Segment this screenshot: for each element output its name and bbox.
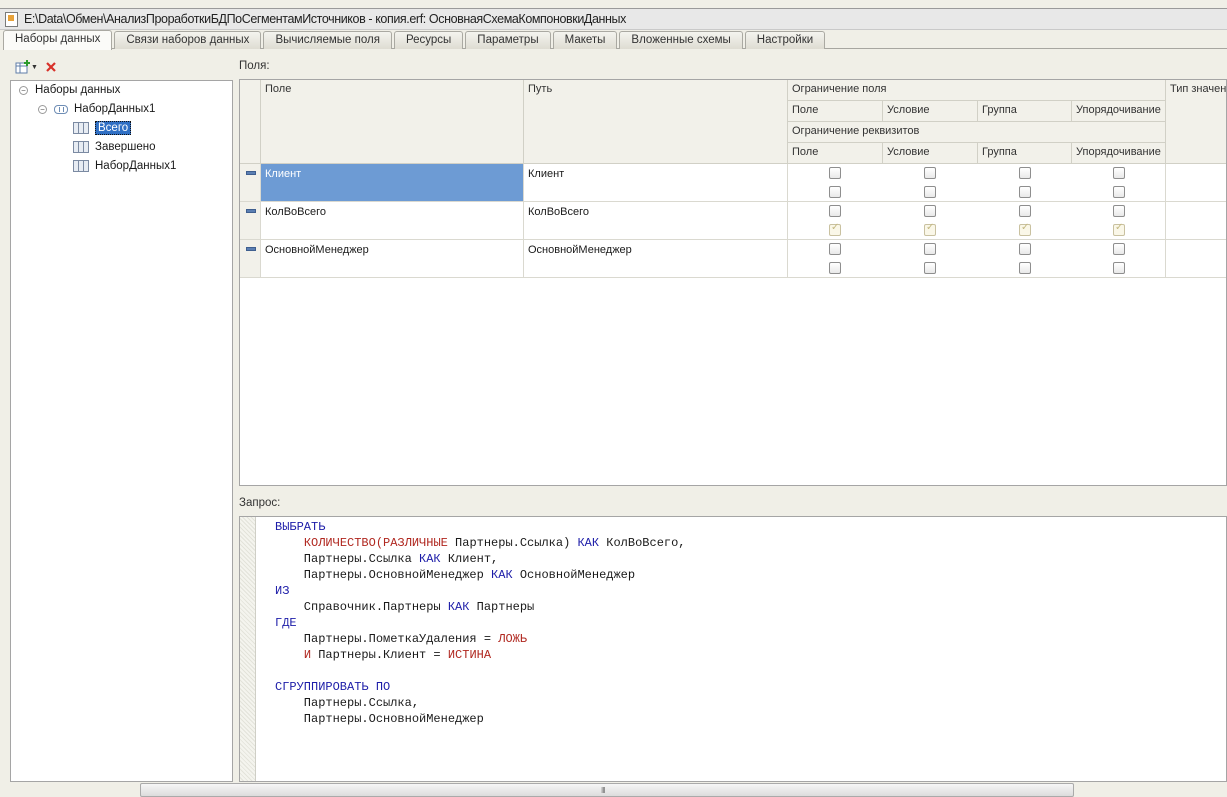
query-table-icon <box>73 141 89 153</box>
attr-restriction-checkbox[interactable] <box>1113 222 1125 236</box>
attr-restriction-checkbox[interactable] <box>1019 222 1031 236</box>
tree-item-completed[interactable]: Завершено <box>73 138 155 156</box>
cell-path[interactable]: ОсновнойМенеджер <box>524 240 788 278</box>
attr-restriction-checkbox[interactable] <box>924 222 936 236</box>
field-restriction-checkbox[interactable] <box>1113 167 1125 179</box>
cell-restrictions <box>788 202 1166 240</box>
attr-restriction-checkbox[interactable] <box>829 186 841 198</box>
attr-restriction-checkbox[interactable] <box>1019 262 1031 274</box>
tree-item-label: НаборДанных1 <box>95 160 177 172</box>
header-path[interactable]: Путь <box>524 80 788 164</box>
tab-datasets[interactable]: Наборы данных <box>3 30 113 50</box>
header-restriction-order[interactable]: Упорядочивание <box>1072 101 1166 122</box>
window-titlebar: E:\Data\Обмен\АнализПроработкиБДПоСегмен… <box>0 8 1227 30</box>
attr-restriction-checkbox[interactable] <box>1019 186 1031 198</box>
row-marker-header <box>240 80 261 164</box>
cell-field[interactable]: ОсновнойМенеджер <box>261 240 524 278</box>
field-restriction-checkbox[interactable] <box>924 205 936 217</box>
attr-restriction-checkbox[interactable] <box>1113 262 1125 274</box>
field-restriction-checkbox[interactable] <box>1019 167 1031 179</box>
tab-dataset-links[interactable]: Связи наборов данных <box>114 31 262 49</box>
collapse-icon[interactable]: − <box>38 104 47 114</box>
attr-restriction-checkbox[interactable] <box>924 186 936 198</box>
tab-settings[interactable]: Настройки <box>744 31 826 49</box>
field-row-icon <box>246 171 256 175</box>
document-icon <box>5 11 18 27</box>
header-field[interactable]: Поле <box>261 80 524 164</box>
tree-item-total[interactable]: Всего <box>73 119 132 137</box>
header-attr-restriction: Ограничение реквизитов <box>788 122 1166 143</box>
field-restriction-checkbox[interactable] <box>924 243 936 255</box>
cell-path[interactable]: Клиент <box>524 164 788 202</box>
field-restriction-checkbox[interactable] <box>1113 205 1125 217</box>
field-restriction-checkbox[interactable] <box>829 167 841 179</box>
datasets-toolbar: ▼ <box>14 58 60 76</box>
header-restriction-condition[interactable]: Условие <box>883 101 978 122</box>
query-label: Запрос: <box>239 497 281 509</box>
header-value-type[interactable]: Тип значения <box>1166 80 1226 164</box>
field-restriction-checkbox[interactable] <box>924 167 936 179</box>
cell-restrictions <box>788 240 1166 278</box>
field-row-icon <box>246 247 256 251</box>
attr-restriction-checkbox[interactable] <box>829 222 841 236</box>
tree-dataset[interactable]: − НаборДанных1 <box>38 100 155 118</box>
delete-icon <box>46 62 56 72</box>
datasets-tree: − Наборы данных − НаборДанных1 Всего Зав… <box>10 80 233 782</box>
cell-restrictions <box>788 164 1166 202</box>
field-restriction-checkbox[interactable] <box>1113 243 1125 255</box>
chevron-down-icon[interactable]: ▼ <box>31 64 38 71</box>
tree-root[interactable]: − Наборы данных <box>19 81 120 99</box>
header-attr-condition[interactable]: Условие <box>883 143 978 164</box>
horizontal-scrollbar[interactable]: III <box>140 783 1074 797</box>
tab-calculated-fields[interactable]: Вычисляемые поля <box>263 31 392 49</box>
fields-grid: Поле Путь Ограничение поля Поле Условие … <box>239 79 1227 486</box>
header-field-restriction: Ограничение поля <box>788 80 1166 101</box>
tab-parameters[interactable]: Параметры <box>465 31 551 49</box>
cell-value-type[interactable] <box>1166 164 1226 202</box>
cell-field[interactable]: КолВоВсего <box>261 202 524 240</box>
attr-restriction-checkbox[interactable] <box>1113 186 1125 198</box>
header-attr-field[interactable]: Поле <box>788 143 883 164</box>
query-table-icon <box>73 160 89 172</box>
tree-item-label: Всего <box>95 121 132 135</box>
query-text[interactable]: ВЫБРАТЬ КОЛИЧЕСТВО(РАЗЛИЧНЫЕ Партнеры.Сс… <box>275 519 686 727</box>
cell-path[interactable]: КолВоВсего <box>524 202 788 240</box>
tree-root-label: Наборы данных <box>35 84 121 96</box>
row-marker[interactable] <box>240 240 261 278</box>
attr-restriction-checkbox[interactable] <box>924 262 936 274</box>
tab-nested-schemas[interactable]: Вложенные схемы <box>619 31 743 49</box>
row-marker[interactable] <box>240 202 261 240</box>
cell-field[interactable]: Клиент <box>261 164 524 202</box>
editor-gutter <box>240 517 256 781</box>
field-restriction-checkbox[interactable] <box>1019 243 1031 255</box>
field-row-icon <box>246 209 256 213</box>
cell-value-type[interactable] <box>1166 240 1226 278</box>
tab-templates[interactable]: Макеты <box>552 31 618 49</box>
query-editor[interactable]: ВЫБРАТЬ КОЛИЧЕСТВО(РАЗЛИЧНЫЕ Партнеры.Сс… <box>239 516 1227 782</box>
header-attr-order[interactable]: Упорядочивание <box>1072 143 1166 164</box>
scrollbar-grip-icon[interactable]: III <box>601 786 606 795</box>
field-restriction-checkbox[interactable] <box>1019 205 1031 217</box>
attr-restriction-checkbox[interactable] <box>829 262 841 274</box>
field-restriction-checkbox[interactable] <box>829 205 841 217</box>
query-table-icon <box>73 122 89 134</box>
collapse-icon[interactable]: − <box>19 85 28 95</box>
delete-button[interactable] <box>42 59 60 76</box>
fields-label: Поля: <box>239 60 270 72</box>
header-restriction-group[interactable]: Группа <box>978 101 1072 122</box>
row-marker[interactable] <box>240 164 261 202</box>
cell-value-type[interactable] <box>1166 202 1226 240</box>
header-restriction-field[interactable]: Поле <box>788 101 883 122</box>
tab-bar: Наборы данных Связи наборов данных Вычис… <box>3 30 1227 50</box>
tree-dataset-label: НаборДанных1 <box>74 103 156 115</box>
window-title: E:\Data\Обмен\АнализПроработкиБДПоСегмен… <box>24 12 626 26</box>
add-dataset-button[interactable] <box>14 59 32 76</box>
field-restriction-checkbox[interactable] <box>829 243 841 255</box>
tree-item-dataset1[interactable]: НаборДанных1 <box>73 157 176 175</box>
header-attr-group[interactable]: Группа <box>978 143 1072 164</box>
add-table-icon <box>15 60 30 74</box>
tree-item-label: Завершено <box>95 141 156 153</box>
tab-resources[interactable]: Ресурсы <box>393 31 464 49</box>
union-dataset-icon <box>54 104 68 114</box>
